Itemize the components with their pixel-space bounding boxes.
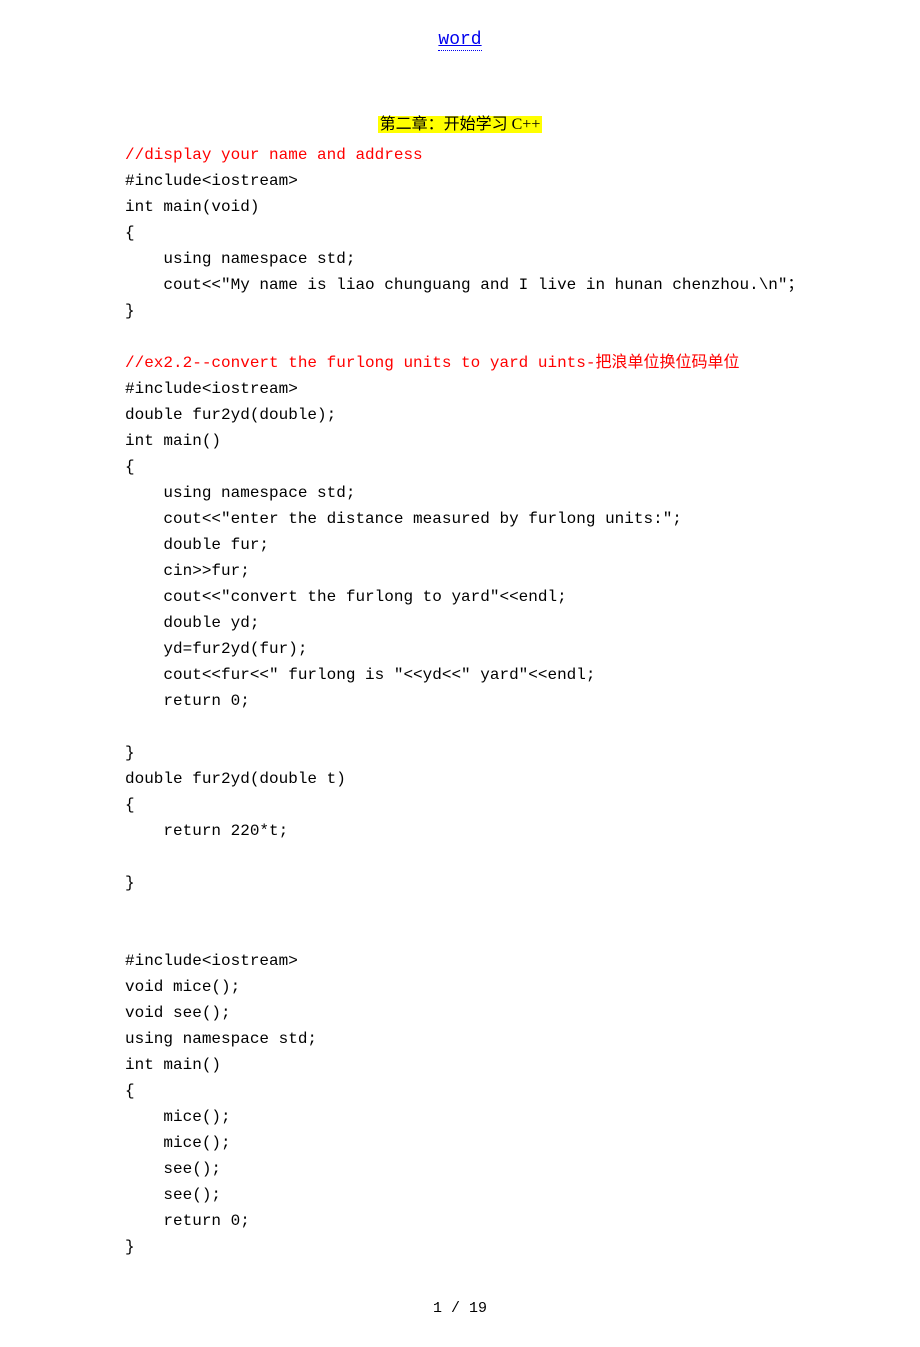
code-line: using namespace std; [125,250,355,268]
code-line: } [125,744,135,762]
code-line: using namespace std; [125,1030,317,1048]
code-line: } [125,302,135,320]
code-line: return 0; [125,692,250,710]
code-line: double fur2yd(double t) [125,770,346,788]
code-line: } [125,1238,135,1256]
code-line: cout<<"My name is liao chunguang and I l… [125,276,804,294]
code-line: see(); [125,1160,221,1178]
code-comment-cn: 把浪单位换位码单位 [595,354,739,371]
page-header: word [125,30,795,50]
code-comment: //display your name and address [125,146,423,164]
code-line: return 0; [125,1212,250,1230]
chapter-title: 第二章：开始学习 C++ [378,116,543,133]
code-line: cout<<fur<<" furlong is "<<yd<<" yard"<<… [125,666,595,684]
code-line: cout<<"enter the distance measured by fu… [125,510,682,528]
page-footer: 1 / 19 [125,1300,795,1317]
document-page: word 第二章：开始学习 C++ //display your name an… [0,0,920,1347]
code-line: { [125,224,135,242]
code-line: { [125,796,135,814]
code-comment: //ex2.2--convert the furlong units to ya… [125,354,595,372]
code-line: void see(); [125,1004,231,1022]
code-line: cout<<"convert the furlong to yard"<<end… [125,588,567,606]
code-line: { [125,458,135,476]
page-number: 1 / 19 [433,1300,487,1317]
code-block-1: //display your name and address #include… [125,142,795,1260]
code-line: double yd; [125,614,259,632]
code-line: int main(void) [125,198,259,216]
code-line: see(); [125,1186,221,1204]
code-line: mice(); [125,1108,231,1126]
code-line: void mice(); [125,978,240,996]
code-line: #include<iostream> [125,952,298,970]
code-line: double fur2yd(double); [125,406,336,424]
code-line: return 220*t; [125,822,288,840]
code-line: #include<iostream> [125,380,298,398]
code-line: int main() [125,1056,221,1074]
code-line: double fur; [125,536,269,554]
code-line: cin>>fur; [125,562,250,580]
code-line: int main() [125,432,221,450]
code-line: mice(); [125,1134,231,1152]
header-link[interactable]: word [438,30,481,51]
code-line: yd=fur2yd(fur); [125,640,307,658]
code-line: { [125,1082,135,1100]
code-line: } [125,874,135,892]
code-line: #include<iostream> [125,172,298,190]
chapter-title-wrap: 第二章：开始学习 C++ [125,110,795,134]
code-line: using namespace std; [125,484,355,502]
